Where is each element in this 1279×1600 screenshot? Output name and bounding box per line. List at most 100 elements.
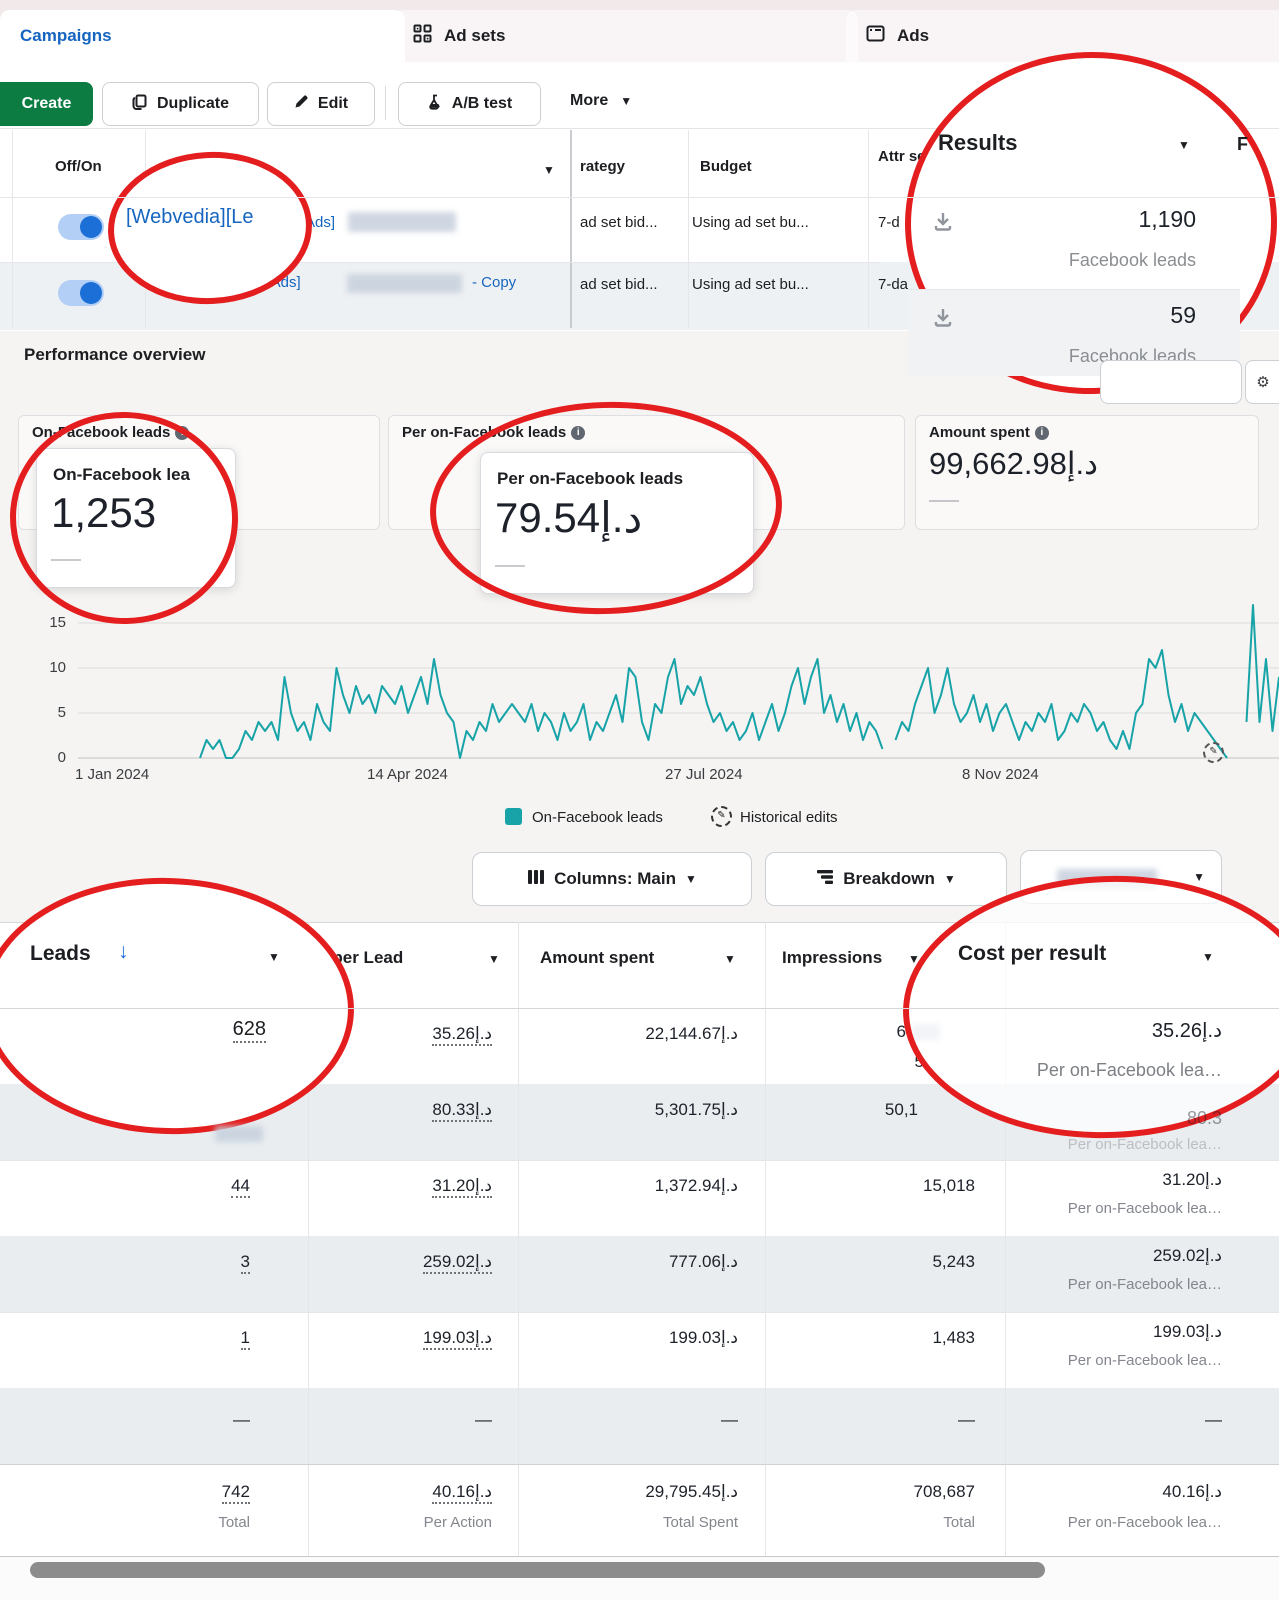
duplicate-button-label: Duplicate (156, 95, 229, 112)
tab-campaigns[interactable]: Campaigns (0, 10, 405, 62)
x-tick-14-apr: 14 Apr 2024 (367, 766, 448, 783)
columns-button-label: Columns: Main (554, 869, 676, 888)
download-icon[interactable] (932, 306, 954, 333)
leads-sort-icon[interactable]: ▼ (268, 950, 280, 964)
chevron-down-icon: ▼ (684, 872, 697, 886)
flask-icon (427, 94, 443, 115)
duplicate-button[interactable]: Duplicate (102, 82, 259, 126)
breakdown-button-label: Breakdown (843, 869, 935, 888)
row-6-leads: — (233, 1410, 250, 1429)
x-tick-1-jan: 1 Jan 2024 (75, 766, 150, 783)
row-1-impressions-line1: 6 (896, 1022, 906, 1041)
historical-edit-marker-icon[interactable]: ✎ (1203, 742, 1224, 763)
row-5-cpl[interactable]: 199.03د.إ (320, 1328, 492, 1350)
card3-label-text: Amount spent (929, 424, 1030, 441)
campaign-1-attribution: 7-d (878, 214, 900, 231)
campaign-2-results-value: 59 (1170, 302, 1196, 328)
campaign-1-results-label: Facebook leads (1068, 250, 1196, 270)
toolbar-divider (385, 86, 386, 120)
edit-button[interactable]: Edit (267, 82, 375, 126)
total-cpl: 40.16د.إ (320, 1482, 492, 1504)
cost-per-lead-sort-icon[interactable]: ▼ (488, 952, 500, 966)
columns-button[interactable]: Columns: Main ▼ (472, 852, 752, 906)
total-impressions: 708,687 (913, 1482, 975, 1501)
row-2-impressions: 50,1 (884, 1100, 918, 1119)
row-1-spent: 22,144.67د.إ (645, 1024, 738, 1043)
sort-descending-icon[interactable]: ↓ (118, 940, 129, 964)
info-icon[interactable]: i (1034, 426, 1049, 440)
tab-ads-label: Ads (897, 26, 930, 45)
column-header-off-on: Off/On (55, 158, 102, 175)
legend-series-label: On-Facebook leads (532, 809, 663, 826)
row-4-impressions: 5,243 (932, 1252, 975, 1271)
row-5-spent: 199.03د.إ (668, 1328, 738, 1347)
column-header-impressions[interactable]: Impressions (782, 948, 882, 968)
row-2-cpr: 80.3 (1186, 1108, 1222, 1128)
row-3-cpl[interactable]: 31.20د.إ (320, 1176, 492, 1198)
stats-row-line (0, 1160, 1279, 1161)
results-row-divider (908, 289, 1240, 290)
cost-per-result-sort-icon[interactable]: ▼ (1202, 950, 1214, 964)
amount-spent-value: 99,662.98د.إ (929, 446, 1098, 481)
more-button[interactable]: More ▼ (570, 92, 632, 110)
create-button-label: Create (21, 95, 72, 112)
name-column-sort-icon[interactable]: ▼ (543, 163, 555, 177)
campaign-2-toggle[interactable] (58, 280, 104, 306)
campaign-2-name-suffix[interactable]: - Copy (472, 274, 516, 291)
amount-spent-dash: —— (929, 492, 959, 509)
column-header-cost-per-result[interactable]: Cost per result (958, 942, 1106, 966)
total-cpl-label: Per Action (423, 1514, 492, 1531)
legend-series-swatch (505, 808, 522, 825)
breakdown-icon (816, 868, 834, 891)
column-header-results[interactable]: Results (938, 130, 1017, 156)
row-3-leads[interactable]: 44 (100, 1176, 250, 1198)
edit-button-label: Edit (317, 95, 349, 112)
pencil-icon (294, 94, 309, 114)
row-5-leads[interactable]: 1 (100, 1328, 250, 1350)
tab-campaigns-label: Campaigns (20, 26, 112, 45)
ab-test-button[interactable]: A/B test (398, 82, 541, 126)
row-6-cpr: — (1205, 1410, 1222, 1429)
campaign-1-toggle[interactable] (58, 214, 104, 240)
campaign-2-budget: Using ad set bu... (692, 276, 809, 293)
tab-ad-sets[interactable]: Ad sets (393, 10, 858, 62)
col-divider-3 (868, 130, 869, 328)
stats-total-divider (0, 1464, 1279, 1465)
column-header-budget[interactable]: Budget (700, 158, 752, 175)
row-1-leads[interactable]: 628 (100, 1018, 266, 1043)
duplicate-icon (132, 94, 148, 115)
column-header-amount-spent[interactable]: Amount spent (540, 948, 654, 968)
row-2-spent: 5,301.75د.إ (654, 1100, 738, 1119)
download-icon[interactable] (932, 210, 954, 237)
row-3-impressions: 15,018 (923, 1176, 975, 1195)
campaign-1-name-zoomed[interactable]: [Webvedia][Le (126, 206, 254, 229)
header-underline (0, 197, 1279, 198)
performance-overview-title: Performance overview (24, 345, 206, 364)
campaign-2-strategy: ad set bid... (580, 276, 658, 293)
campaign-2-name-redacted (347, 274, 462, 293)
create-button[interactable]: Create (0, 82, 93, 126)
col-divider-2 (688, 130, 689, 328)
column-header-leads[interactable]: Leads (30, 942, 91, 966)
leads-line-chart[interactable] (0, 600, 1279, 800)
x-tick-27-jul: 27 Jul 2024 (665, 766, 743, 783)
breakdown-button[interactable]: Breakdown ▼ (765, 852, 1007, 906)
total-cpr-label: Per on-Facebook lea… (1067, 1514, 1222, 1531)
results-sort-icon[interactable]: ▼ (1178, 138, 1190, 152)
row-4-cpl[interactable]: 259.02د.إ (320, 1252, 492, 1274)
table-settings-icon: ⚙ (1256, 374, 1270, 391)
amount-spent-sort-icon[interactable]: ▼ (724, 952, 736, 966)
row-5-impressions: 1,483 (932, 1328, 975, 1347)
chart-panel-button[interactable] (1100, 360, 1242, 404)
edit-columns-button[interactable]: ⚙ (1245, 360, 1279, 404)
row-4-leads[interactable]: 3 (100, 1252, 250, 1274)
frozen-col-divider (570, 130, 572, 328)
horizontal-scrollbar-thumb[interactable] (30, 1562, 1045, 1578)
row-2-leads-obscured (215, 1126, 263, 1142)
row-6-cpl: — (475, 1410, 492, 1429)
x-tick-8-nov: 8 Nov 2024 (962, 766, 1039, 783)
stats-col-divider-2 (518, 922, 519, 1556)
column-header-strategy[interactable]: rategy (580, 158, 625, 175)
row-2-cpl[interactable]: 80.33د.إ (320, 1100, 492, 1122)
campaign-1-name-redacted (348, 212, 456, 232)
